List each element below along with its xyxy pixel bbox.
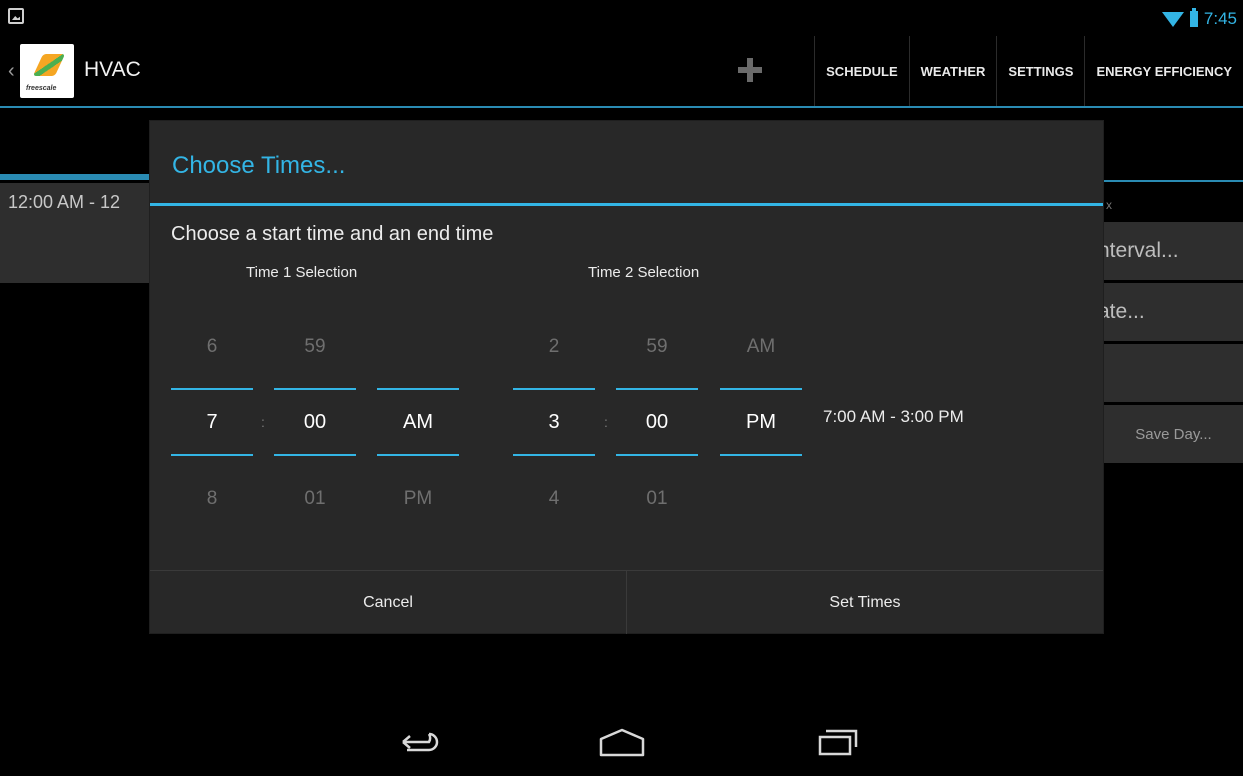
picker-line-top	[513, 388, 595, 390]
time2-hour-picker[interactable]: 2 3 4	[513, 121, 595, 633]
status-clock: 7:45	[1203, 9, 1237, 28]
time1-ampm-picker[interactable]: AM PM	[377, 121, 459, 633]
picker-line-bottom	[513, 454, 595, 456]
time1-hour-next[interactable]: 8	[171, 488, 253, 510]
logo-text: freescale	[26, 85, 57, 92]
action-schedule[interactable]: SCHEDULE	[814, 36, 909, 106]
recents-button[interactable]	[808, 722, 868, 762]
picker-line-top	[720, 388, 802, 390]
time2-colon: :	[604, 414, 608, 430]
time1-hour-prev[interactable]: 6	[171, 336, 253, 358]
time2-ampm-prev[interactable]: AM	[720, 336, 802, 358]
time1-minute-picker[interactable]: 59 00 01	[274, 121, 356, 633]
navigation-bar	[0, 708, 1243, 776]
time2-minute-next[interactable]: 01	[616, 488, 698, 510]
cancel-button[interactable]: Cancel	[150, 571, 626, 634]
back-button[interactable]	[390, 722, 450, 762]
picker-line-bottom	[274, 454, 356, 456]
time2-minute-prev[interactable]: 59	[616, 336, 698, 358]
back-icon	[402, 732, 439, 752]
background-divider	[1103, 180, 1243, 182]
time2-minute-current[interactable]: 00	[616, 411, 698, 434]
time2-hour-current[interactable]: 3	[513, 411, 595, 434]
time1-ampm-current[interactable]: AM	[377, 411, 459, 434]
background-x-label: x	[1106, 198, 1112, 212]
time1-hour-picker[interactable]: 6 7 8	[171, 121, 253, 633]
action-items: SCHEDULE WEATHER SETTINGS ENERGY EFFICIE…	[814, 36, 1243, 106]
choose-times-dialog: Choose Times... Choose a start time and …	[150, 121, 1103, 634]
time2-ampm-picker[interactable]: AM PM	[720, 121, 802, 633]
action-energy-efficiency[interactable]: ENERGY EFFICIENCY	[1084, 36, 1243, 106]
action-settings[interactable]: SETTINGS	[996, 36, 1084, 106]
time2-ampm-current[interactable]: PM	[720, 411, 802, 434]
up-caret-icon[interactable]: ‹	[8, 60, 15, 83]
set-times-button[interactable]: Set Times	[626, 571, 1103, 634]
dialog-button-bar: Cancel Set Times	[150, 570, 1103, 634]
time1-ampm-next[interactable]: PM	[377, 488, 459, 510]
picker-line-bottom	[171, 454, 253, 456]
image-notification-icon	[8, 8, 24, 24]
background-tab-indicator	[0, 174, 160, 180]
time1-minute-prev[interactable]: 59	[274, 336, 356, 358]
freescale-mark-icon	[32, 54, 66, 76]
home-button[interactable]	[592, 722, 652, 762]
selected-range-text: 7:00 AM - 3:00 PM	[823, 407, 964, 426]
picker-line-top	[274, 388, 356, 390]
picker-line-bottom	[377, 454, 459, 456]
background-interval-button[interactable]: nterval...	[1104, 222, 1243, 280]
picker-line-bottom	[616, 454, 698, 456]
time1-colon: :	[261, 414, 265, 430]
picker-line-bottom	[720, 454, 802, 456]
background-interval-label: nterval...	[1104, 239, 1179, 262]
background-row-text: 12:00 AM - 12	[8, 192, 121, 212]
status-indicators: 7:45	[1161, 8, 1237, 29]
time1-hour-current[interactable]: 7	[171, 411, 253, 434]
add-icon[interactable]	[738, 58, 762, 82]
background-date-label: ate...	[1104, 300, 1145, 323]
action-bar: ‹ freescale HVAC SCHEDULE WEATHER SETTIN…	[0, 36, 1243, 108]
background-date-button[interactable]: ate...	[1104, 283, 1243, 341]
status-bar: 7:45	[0, 0, 1243, 36]
time2-hour-next[interactable]: 4	[513, 488, 595, 510]
background-third-button[interactable]: t	[1104, 344, 1243, 402]
wifi-icon	[1161, 11, 1184, 27]
time1-minute-current[interactable]: 00	[274, 411, 356, 434]
recents-icon	[818, 729, 858, 756]
picker-line-top	[171, 388, 253, 390]
time1-minute-next[interactable]: 01	[274, 488, 356, 510]
background-save-day-button[interactable]: Save Day...	[1104, 405, 1243, 463]
app-logo[interactable]: freescale	[20, 44, 74, 98]
time2-hour-prev[interactable]: 2	[513, 336, 595, 358]
picker-line-top	[616, 388, 698, 390]
time2-minute-picker[interactable]: 59 00 01	[616, 121, 698, 633]
battery-icon	[1189, 8, 1198, 27]
home-icon	[599, 728, 645, 757]
app-title: HVAC	[84, 58, 141, 81]
action-weather[interactable]: WEATHER	[908, 36, 997, 106]
background-save-day-label: Save Day...	[1135, 425, 1212, 443]
picker-line-top	[377, 388, 459, 390]
